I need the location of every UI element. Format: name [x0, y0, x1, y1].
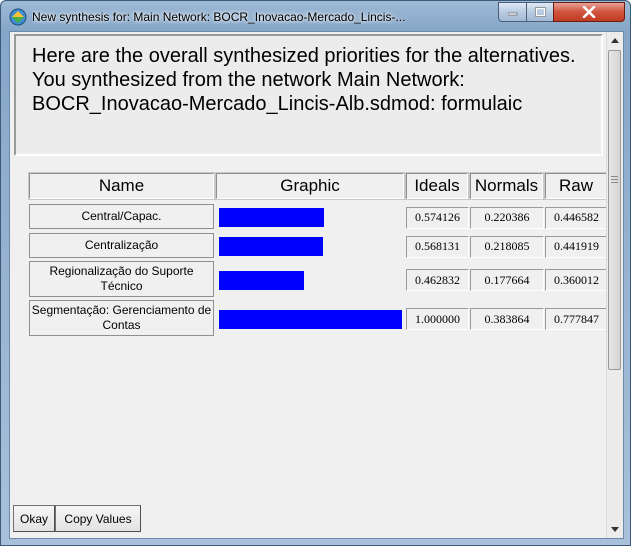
raw-value: 0.360012 [545, 269, 608, 291]
column-header-graphic: Graphic [215, 172, 405, 200]
title-bar[interactable]: New synthesis for: Main Network: BOCR_In… [1, 1, 630, 35]
priority-bar [219, 237, 323, 256]
column-header-normals: Normals [469, 172, 544, 200]
ideals-value: 0.574126 [406, 206, 469, 229]
thumb-grip [611, 182, 618, 183]
copy-values-button[interactable]: Copy Values [55, 505, 141, 532]
ideals-value: 0.568131 [406, 235, 469, 258]
raw-value: 0.441919 [545, 235, 608, 258]
raw-value: 0.777847 [545, 308, 608, 330]
column-header-ideals: Ideals [405, 172, 469, 200]
normals-value: 0.218085 [470, 235, 544, 258]
normals-value: 0.177664 [470, 269, 544, 291]
column-header-name: Name [28, 172, 215, 200]
synthesis-message: Here are the overall synthesized priorit… [32, 45, 576, 115]
column-header-raw: Raw [544, 172, 608, 200]
priority-bar [219, 208, 324, 227]
vertical-scrollbar[interactable] [606, 32, 623, 538]
normals-value: 0.220386 [470, 206, 544, 229]
thumb-grip [611, 176, 618, 177]
window-title: New synthesis for: Main Network: BOCR_In… [32, 10, 406, 24]
scroll-up-arrow[interactable] [607, 32, 623, 49]
scroll-up-icon [611, 38, 619, 43]
minimize-icon [507, 12, 517, 16]
alternative-name: Centralização [29, 233, 214, 258]
raw-value: 0.446582 [545, 206, 608, 229]
minimize-button[interactable] [498, 2, 526, 22]
okay-button[interactable]: Okay [13, 505, 55, 532]
alternative-name: Segmentação: Gerenciamento de Contas [29, 300, 214, 336]
priority-bar [219, 270, 304, 290]
synthesis-window: New synthesis for: Main Network: BOCR_In… [0, 0, 631, 546]
scroll-down-arrow[interactable] [607, 521, 623, 538]
maximize-icon [534, 7, 546, 17]
close-button[interactable] [553, 2, 625, 22]
app-icon [9, 8, 27, 26]
thumb-grip [611, 179, 618, 180]
close-icon [582, 6, 596, 18]
alternative-name: Regionalização do Suporte Técnico [29, 261, 214, 297]
scroll-down-icon [611, 527, 619, 532]
priority-bar [219, 309, 402, 329]
scroll-thumb[interactable] [608, 50, 621, 370]
maximize-button[interactable] [526, 2, 553, 22]
alternative-name: Central/Capac. [29, 204, 214, 229]
window-client-area: Here are the overall synthesized priorit… [9, 31, 624, 539]
normals-value: 0.383864 [470, 308, 544, 330]
synthesis-message-box: Here are the overall synthesized priorit… [14, 34, 603, 156]
ideals-value: 1.000000 [406, 308, 469, 330]
ideals-value: 0.462832 [406, 269, 469, 291]
